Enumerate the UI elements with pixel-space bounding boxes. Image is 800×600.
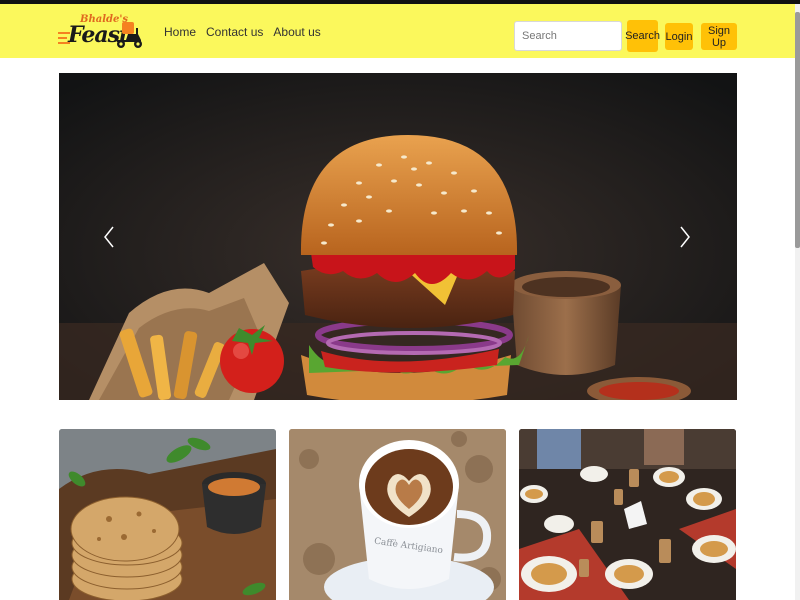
food-card-dining[interactable] [519,429,736,600]
nav-contact-link[interactable]: Contact us [206,25,263,39]
carousel-prev-control[interactable] [99,223,119,251]
signup-button[interactable]: Sign Up [701,23,737,50]
food-card-coffee[interactable]: Caffè Artigiano [289,429,506,600]
navbar: Bhalde's Feast Home Contact us About us … [0,4,795,58]
nav-about-link[interactable]: About us [273,25,320,39]
nav-home-link[interactable]: Home [164,25,196,39]
card-image-dining [519,429,736,600]
login-button[interactable]: Login [665,23,693,50]
search-input[interactable] [514,21,622,51]
search-button[interactable]: Search [625,20,660,52]
carousel-next-control[interactable] [675,223,695,251]
page-scrollbar[interactable] [795,4,800,600]
delivery-scooter-icon [117,22,142,48]
chevron-left-icon [104,226,114,248]
chevron-right-icon [680,226,690,248]
hero-carousel [59,73,737,400]
card-image-coffee: Caffè Artigiano [289,429,506,600]
nav-links: Home Contact us About us [164,25,321,39]
card-image-paratha [59,429,276,600]
carousel-slide-image [59,73,737,400]
scrollbar-thumb[interactable] [795,12,800,248]
food-card-paratha[interactable] [59,429,276,600]
brand-logo[interactable]: Bhalde's Feast [58,14,146,54]
